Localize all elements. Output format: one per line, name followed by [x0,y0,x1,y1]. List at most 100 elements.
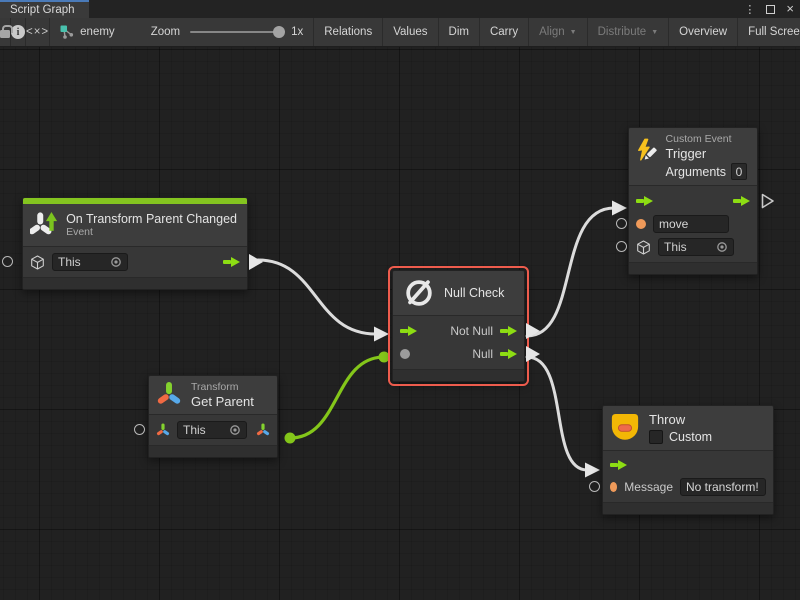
flow-output-arrow-icon[interactable] [500,326,517,336]
flow-output-arrow-icon[interactable] [223,257,240,267]
align-label: Align [539,26,565,38]
value-port-dot[interactable] [636,219,646,229]
connection-dot [285,433,296,444]
code-view-button[interactable]: <×> [26,18,50,46]
not-null-port-label: Not Null [450,324,493,338]
event-name-input[interactable] [653,215,729,233]
target-picker-icon[interactable] [110,256,122,268]
dim-button[interactable]: Dim [438,18,479,46]
node-footer [23,277,247,289]
node-subtitle: Event [66,226,237,238]
node-title: Throw [649,412,712,427]
target-picker-icon[interactable] [716,241,728,253]
this-value: This [664,240,687,254]
target-input-port[interactable] [616,241,627,252]
target-input-port[interactable] [2,256,13,267]
this-value: This [58,255,81,269]
custom-checkbox-label: Custom [669,430,712,444]
node-footer [629,262,757,274]
transform-icon [156,381,182,409]
flow-input-arrow-icon[interactable] [636,196,653,206]
node-get-parent[interactable]: Transform Get Parent This [148,375,278,458]
message-label: Message [624,480,673,494]
target-input-port[interactable] [134,424,145,435]
connection-getparent-to-nullcheck[interactable] [290,357,384,438]
flow-input-arrow-icon[interactable] [400,326,417,336]
lock-icon [0,30,10,38]
arrowhead-icon [612,201,627,216]
node-trigger-custom-event[interactable]: Custom Event Trigger Arguments 0 [628,127,758,275]
graph-toolbar: i <×> enemy Zoom 1x Relations Values Dim… [0,18,800,47]
align-button[interactable]: Align ▼ [528,18,587,46]
graph-canvas[interactable]: On Transform Parent Changed Event This [0,47,800,600]
close-icon[interactable]: × [786,4,794,14]
zoom-label: Zoom [151,26,180,38]
null-port-label: Null [472,347,493,361]
arguments-label: Arguments [666,165,726,179]
connection-event-to-nullcheck[interactable] [258,260,376,334]
zoom-slider-handle[interactable] [273,26,285,38]
name-input-port[interactable] [616,218,627,229]
kebab-menu-icon[interactable]: ⋮ [744,3,755,16]
gameobject-cube-icon [30,255,45,270]
info-icon: i [11,25,25,39]
chevron-down-icon: ▼ [651,28,658,36]
node-title: On Transform Parent Changed [66,212,237,226]
target-this-dropdown[interactable]: This [177,421,247,439]
target-this-dropdown[interactable]: This [52,253,128,271]
relations-button[interactable]: Relations [313,18,382,46]
flow-output-port[interactable] [249,254,263,270]
inspect-button[interactable]: i [11,18,26,46]
window-controls: ⋮ × [744,0,794,18]
node-title: Get Parent [191,394,254,409]
message-input-port[interactable] [589,481,600,492]
value-port-dot[interactable] [610,482,617,492]
connection-dot [379,352,390,363]
gameobject-cube-icon [636,240,651,255]
flow-output-arrow-icon[interactable] [733,196,750,206]
maximize-icon[interactable] [766,5,775,14]
code-icon: <×> [26,26,49,38]
target-picker-icon[interactable] [229,424,241,436]
title-bar: Script Graph ⋮ × [0,0,800,18]
node-title: Null Check [444,286,504,300]
distribute-label: Distribute [598,26,647,38]
connection-null-to-throw[interactable] [527,357,587,470]
overview-button[interactable]: Overview [668,18,737,46]
toolbar-buttons: Relations Values Dim Carry Align ▼ Distr… [313,18,800,46]
transform-output-icon[interactable] [256,423,270,438]
graph-icon [60,25,74,39]
node-throw[interactable]: Throw Custom Message [602,405,774,515]
carry-button[interactable]: Carry [479,18,528,46]
distribute-button[interactable]: Distribute ▼ [587,18,669,46]
connection-notnull-to-trigger[interactable] [527,208,614,336]
fullscreen-button[interactable]: Full Screen [737,18,800,46]
node-category: Custom Event [666,133,747,145]
zoom-slider-track[interactable] [190,31,282,33]
value-input-port-dot[interactable] [400,349,410,359]
flow-output-arrow-icon[interactable] [500,349,517,359]
values-button[interactable]: Values [382,18,437,46]
node-null-check[interactable]: Null Check Not Null Null [392,270,525,382]
flow-input-arrow-icon[interactable] [610,460,627,470]
chevron-down-icon: ▼ [570,28,577,36]
arguments-count-field[interactable]: 0 [731,163,747,180]
target-this-dropdown[interactable]: This [658,238,734,256]
message-input[interactable] [680,478,766,496]
transform-mini-icon [156,423,170,438]
this-value: This [183,423,206,437]
transform-event-icon [30,209,57,241]
not-null-output-port[interactable] [526,323,540,339]
null-output-port[interactable] [526,346,540,362]
node-footer [603,502,773,514]
graph-name[interactable]: enemy [80,26,115,38]
custom-event-icon [636,133,657,169]
node-footer [393,369,524,381]
flow-output-port-unconnected[interactable] [760,192,776,210]
zoom-value: 1x [291,26,303,38]
tab-script-graph[interactable]: Script Graph [0,0,89,18]
custom-checkbox[interactable] [649,430,663,444]
zoom-slider[interactable] [190,26,282,38]
lock-button[interactable] [0,18,11,46]
node-on-transform-parent-changed[interactable]: On Transform Parent Changed Event This [22,197,248,290]
